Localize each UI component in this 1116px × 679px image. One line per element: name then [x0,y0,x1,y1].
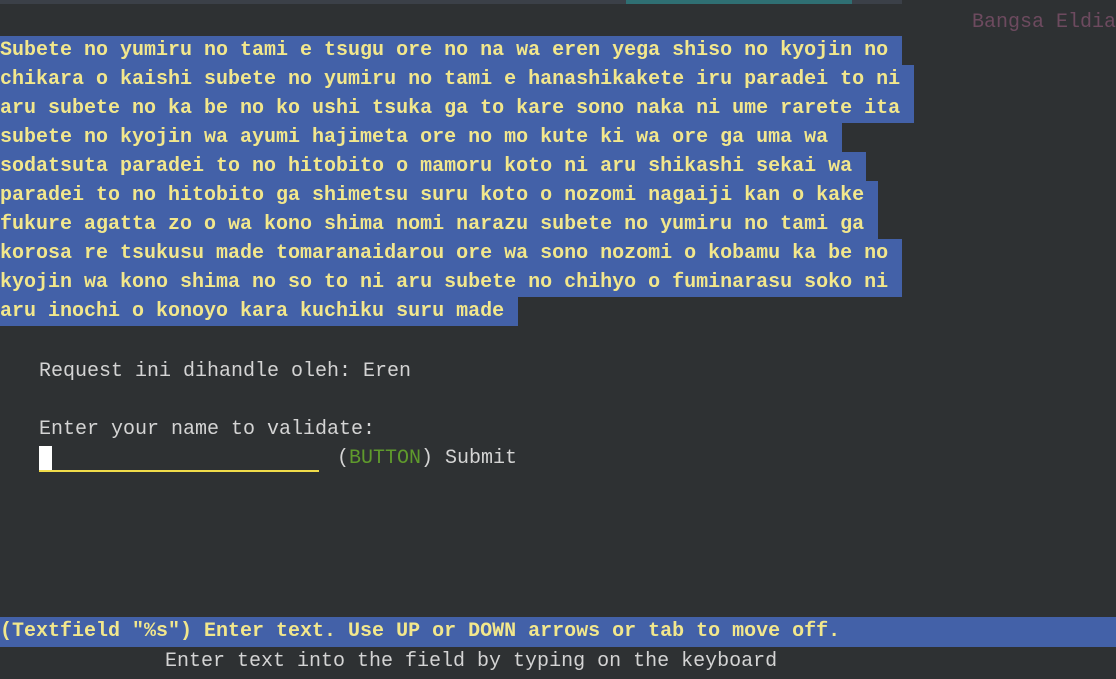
name-form: (BUTTON) Submit [39,444,517,473]
story-line-text: sodatsuta paradei to no hitobito o mamor… [0,152,867,181]
story-line: paradei to no hitobito ga shimetsu suru … [0,181,1116,210]
button-type-open: ( [337,447,350,470]
story-line: aru inochi o konoyo kara kuchiku suru ma… [0,297,1116,326]
story-line: chikara o kaishi subete no yumiru no tam… [0,65,1116,94]
story-line: sodatsuta paradei to no hitobito o mamor… [0,152,1116,181]
site-title: Bangsa Eldia [971,11,1116,34]
name-input[interactable] [39,445,319,472]
story-line: korosa re tsukusu made tomaranaidarou or… [0,239,1116,268]
top-border [0,0,1116,4]
top-border-right [852,0,902,4]
button-type-label: (BUTTON) [337,444,433,473]
story-line-text: Subete no yumiru no tami e tsugu ore no … [0,36,903,65]
text-cursor [39,445,52,470]
button-type-kind: BUTTON [349,447,422,470]
top-border-active [626,0,852,4]
story-line-text: kyojin wa kono shima no so to ni aru sub… [0,268,903,297]
story-line-text: subete no kyojin wa ayumi hajimeta ore n… [0,123,843,152]
story-line: kyojin wa kono shima no so to ni aru sub… [0,268,1116,297]
story-text-block: Subete no yumiru no tami e tsugu ore no … [0,36,1116,326]
story-line: subete no kyojin wa ayumi hajimeta ore n… [0,123,1116,152]
status-bar: (Textfield "%s") Enter text. Use UP or D… [0,617,1116,647]
story-line: aru subete no ka be no ko ushi tsuka ga … [0,94,1116,123]
handler-info: Request ini dihandle oleh: Eren [39,360,412,383]
button-type-close: ) [421,447,434,470]
submit-button[interactable]: Submit [445,444,517,473]
top-border-left [0,0,626,4]
story-line-text: chikara o kaishi subete no yumiru no tam… [0,65,915,94]
story-line-text: aru inochi o konoyo kara kuchiku suru ma… [0,297,519,326]
story-line-text: paradei to no hitobito ga shimetsu suru … [0,181,879,210]
name-prompt: Enter your name to validate: [39,418,376,441]
field-hint: Enter text into the field by typing on t… [165,650,778,673]
story-line-text: fukure agatta zo o wa kono shima nomi na… [0,210,879,239]
story-line-text: aru subete no ka be no ko ushi tsuka ga … [0,94,915,123]
story-line-text: korosa re tsukusu made tomaranaidarou or… [0,239,903,268]
story-line: fukure agatta zo o wa kono shima nomi na… [0,210,1116,239]
story-line: Subete no yumiru no tami e tsugu ore no … [0,36,1116,65]
